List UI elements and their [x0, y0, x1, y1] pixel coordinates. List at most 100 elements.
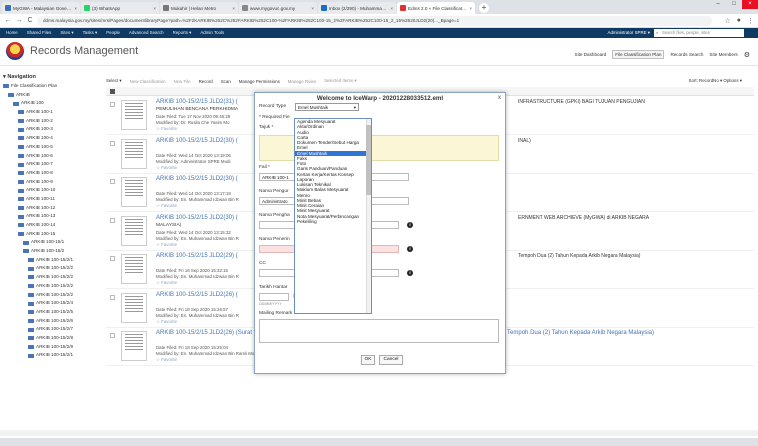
nav-tree-item[interactable]: ARKIB 100-15/2/1	[0, 351, 96, 360]
suite-link[interactable]: Sites ▾	[60, 30, 73, 36]
browser-tab[interactable]: Mukahir | Helan Metro ×	[160, 2, 238, 14]
manage-rules-button[interactable]: Manage Rules	[288, 79, 316, 84]
tab-close-icon[interactable]: ×	[74, 6, 77, 11]
row-checkbox[interactable]	[110, 102, 115, 107]
record-button[interactable]: Record	[199, 79, 213, 84]
nav-tree-item[interactable]: ARKIB 100-2	[0, 117, 96, 126]
info-icon[interactable]: i	[407, 270, 413, 276]
back-icon[interactable]: ←	[4, 17, 12, 24]
nav-tree-item[interactable]: ARKIB 100-15/2/1	[0, 256, 96, 265]
records-search-link[interactable]: Records Search	[670, 52, 703, 57]
select-menu[interactable]: Select ▾	[106, 78, 122, 84]
document-thumbnail[interactable]	[121, 331, 147, 361]
record-type-select[interactable]: Emel Mushtaik ▾	[295, 103, 359, 111]
minimize-icon[interactable]: –	[710, 0, 726, 9]
nav-tree-item[interactable]: ARKIB 100-7	[0, 160, 96, 169]
row-checkbox[interactable]	[110, 294, 115, 300]
info-icon[interactable]: i	[407, 222, 413, 228]
nav-tree-item[interactable]: ARKIB 100-15/2/2	[0, 282, 96, 291]
nav-tree-item[interactable]: ARKIB 100-6	[0, 152, 96, 161]
suite-link[interactable]: Tasks ▾	[83, 30, 98, 36]
admin-user-menu[interactable]: Administrator SPRE ▾	[608, 30, 650, 36]
nav-tree-item[interactable]: ARKIB 100-15/2/6	[0, 317, 96, 326]
nav-tree-item[interactable]: ARKIB 100-8	[0, 169, 96, 178]
tab-close-icon[interactable]: ×	[390, 6, 393, 11]
mailing-remark-field[interactable]	[259, 319, 499, 343]
browser-tab[interactable]: Inbox (2/290) - Muhammad Idzw×	[318, 2, 396, 14]
document-thumbnail[interactable]	[121, 138, 147, 169]
nav-tree-item[interactable]: ARKIB 100-11	[0, 195, 96, 204]
browser-tab[interactable]: www.mygovuc.gov.my ×	[239, 2, 317, 14]
manage-permissions-button[interactable]: Manage Permissions	[239, 79, 280, 84]
favorite-link[interactable]: ☆ Favorite	[156, 242, 177, 248]
tab-close-icon[interactable]: ×	[469, 6, 472, 11]
nav-tree-item[interactable]: ARKIB 100-13	[0, 212, 96, 221]
favorite-link[interactable]: ☆ Favorite	[156, 203, 177, 209]
nav-tree-item[interactable]: ARKIB 100-14	[0, 221, 96, 230]
favorite-link[interactable]: ☆ Favorite	[156, 126, 177, 132]
browser-tab[interactable]: MyGWA - Malaysian Governmen×	[2, 2, 80, 14]
document-thumbnail[interactable]	[121, 292, 147, 323]
tab-close-icon[interactable]: ×	[311, 6, 314, 11]
record-type-option[interactable]: Pekeliling	[295, 219, 371, 224]
url-field[interactable]: ddms.malaysia.gov.my/sites/mrs/Pages/doc…	[37, 15, 713, 26]
row-checkbox[interactable]	[110, 256, 115, 261]
nav-tree-item[interactable]: ARKIB 100-15/2/2	[0, 291, 96, 300]
close-window-icon[interactable]: ×	[742, 0, 758, 9]
nav-tree-item[interactable]: ARKIB 100-5	[0, 143, 96, 152]
row-checkbox[interactable]	[110, 179, 115, 184]
browser-menu-icon[interactable]: ⋮	[747, 17, 754, 25]
navigation-heading[interactable]: ▾ Navigation	[0, 66, 96, 82]
tab-close-icon[interactable]: ×	[153, 6, 156, 11]
favorite-link[interactable]: ☆ Favorite	[156, 357, 177, 363]
tab-close-icon[interactable]: ×	[232, 6, 235, 11]
global-search-input[interactable]: ⌕ Search files, people, sites	[654, 29, 744, 37]
nav-tree-item[interactable]: ARKIB 100-12	[0, 204, 96, 213]
file-classification-plan-link[interactable]: File Classification Plan	[612, 50, 665, 59]
forward-icon[interactable]: →	[15, 17, 23, 24]
nav-tree-item[interactable]: ARKIB 100-10	[0, 186, 96, 195]
nav-tree-item[interactable]: ARKIB 100-15	[0, 230, 96, 239]
browser-tab[interactable]: Edms 2.0 » File Classification Pla×	[397, 2, 475, 14]
file-title-link[interactable]: ARKIB 100-15/2/15 JLD2(31) (	[156, 99, 238, 105]
reload-icon[interactable]: C	[26, 17, 34, 24]
dropdown-scrollbar[interactable]	[366, 119, 371, 313]
nav-tree-item[interactable]: ARKIB 100-15/1	[0, 238, 96, 247]
new-file-button[interactable]: New File	[174, 79, 191, 84]
nav-tree-item[interactable]: File Classification Plan	[0, 82, 96, 91]
file-title-link[interactable]: ARKIB 100-15/2/15 JLD2(30) (	[156, 215, 238, 221]
document-thumbnail[interactable]	[121, 100, 147, 130]
nav-tree-item[interactable]: ARKIB 100-1	[0, 108, 96, 117]
row-checkbox[interactable]	[110, 140, 115, 146]
selected-items-menu[interactable]: Selected Items ▾	[324, 78, 356, 84]
profile-icon[interactable]: ●	[737, 17, 741, 25]
file-title-link[interactable]: ARKIB 100-15/2/15 JLD2(29) (	[156, 253, 238, 259]
close-icon[interactable]: x	[498, 95, 501, 101]
tarikh-hantar-field[interactable]	[259, 293, 289, 301]
suite-link[interactable]: People	[106, 30, 120, 36]
nav-tree-item[interactable]: ARKIB 100-9	[0, 178, 96, 187]
gear-icon[interactable]: ⚙	[744, 51, 750, 59]
nav-tree-item[interactable]: ARKIB 100-15/2/7	[0, 325, 96, 334]
document-thumbnail[interactable]	[121, 254, 147, 284]
maximize-icon[interactable]: □	[726, 0, 742, 9]
site-members-link[interactable]: Site Members	[709, 52, 737, 57]
row-checkbox[interactable]	[110, 333, 115, 338]
document-thumbnail[interactable]	[121, 177, 147, 207]
cancel-button[interactable]: Cancel	[379, 355, 403, 365]
file-title-link[interactable]: ARKIB 100-15/2/15 JLD2(30) (	[156, 138, 238, 144]
nav-tree-item[interactable]: ARKIB 100	[0, 99, 96, 108]
horizontal-scrollbar[interactable]	[0, 430, 758, 436]
bookmark-star-icon[interactable]: ☆	[724, 17, 730, 25]
nav-tree-item[interactable]: ARKIB 100-15/2/5	[0, 308, 96, 317]
nav-tree-item[interactable]: ARKIB 100-3	[0, 125, 96, 134]
suite-link[interactable]: Advanced Search	[129, 30, 164, 36]
favorite-link[interactable]: ☆ Favorite	[156, 280, 177, 286]
site-dashboard-link[interactable]: Site Dashboard	[575, 52, 607, 57]
nav-tree-item[interactable]: ARKIB 100-15/2/4	[0, 299, 96, 308]
nav-tree-item[interactable]: ARKIB 100-15/2/8	[0, 334, 96, 343]
favorite-link[interactable]: ☆ Favorite	[156, 319, 177, 325]
browser-tab[interactable]: (3) WhatsApp ×	[81, 2, 159, 14]
scan-button[interactable]: Scan	[221, 79, 231, 84]
new-classification-button[interactable]: New Classification	[130, 79, 166, 84]
